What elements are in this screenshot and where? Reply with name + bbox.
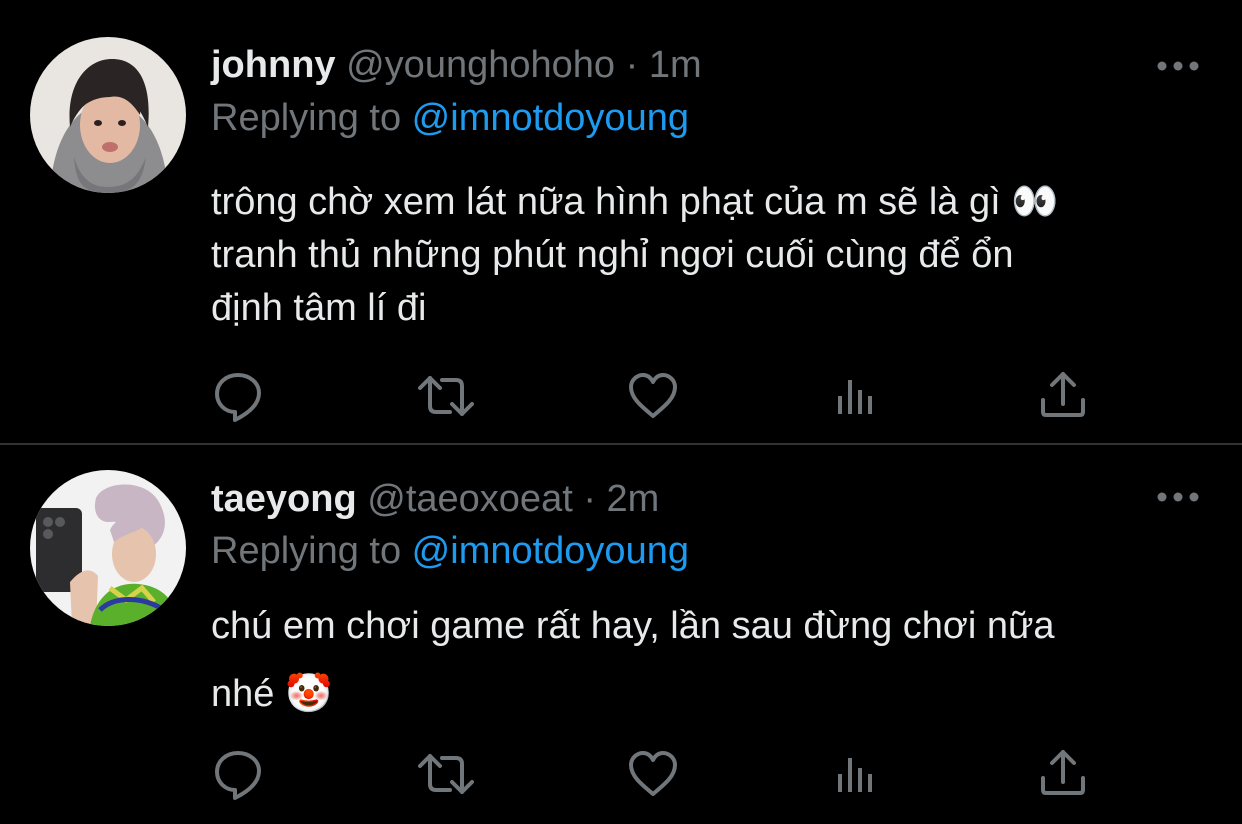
timestamp[interactable]: 2m <box>607 478 660 520</box>
tweet[interactable]: taeyong @taeoxoeat · 2m Replying to @imn… <box>0 446 1242 824</box>
user-handle[interactable]: @taeoxoeat <box>367 478 573 520</box>
heart-icon[interactable] <box>623 366 683 426</box>
analytics-icon[interactable] <box>832 366 892 426</box>
replying-to-mention[interactable]: @imnotdoyoung <box>412 530 689 572</box>
retweet-icon[interactable] <box>416 366 476 426</box>
replying-to-mention[interactable]: @imnotdoyoung <box>412 97 689 139</box>
tweet-actions <box>0 366 1242 426</box>
replying-to-label: Replying to <box>211 530 412 572</box>
user-handle[interactable]: @younghohoho <box>346 44 615 86</box>
more-options-icon[interactable] <box>1156 487 1200 507</box>
tweet-text: chú em chơi game rất hay, lần sau đừng c… <box>211 605 1055 715</box>
avatar[interactable] <box>30 470 186 626</box>
retweet-icon[interactable] <box>416 744 476 804</box>
tweet-text: trông chờ xem lát nữa hình phạt của m sẽ… <box>211 181 1059 329</box>
timestamp[interactable]: 1m <box>649 44 702 86</box>
replying-to-line: Replying to @imnotdoyoung <box>211 529 689 573</box>
reply-icon[interactable] <box>208 366 268 426</box>
reply-icon[interactable] <box>208 744 268 804</box>
replying-to-line: Replying to @imnotdoyoung <box>211 96 689 140</box>
replying-to-label: Replying to <box>211 97 412 139</box>
analytics-icon[interactable] <box>832 744 892 804</box>
tweet-divider <box>0 443 1242 445</box>
share-icon[interactable] <box>1033 744 1093 804</box>
more-options-icon[interactable] <box>1156 56 1200 76</box>
tweet-header: taeyong @taeoxoeat · 2m <box>211 477 659 521</box>
share-icon[interactable] <box>1033 366 1093 426</box>
display-name[interactable]: johnny <box>211 44 336 86</box>
separator-dot: · <box>583 478 596 520</box>
tweet-actions <box>0 744 1242 804</box>
heart-icon[interactable] <box>623 744 683 804</box>
tweet[interactable]: johnny @younghohoho · 1m Replying to @im… <box>0 0 1242 444</box>
separator-dot: · <box>625 44 639 86</box>
tweet-header: johnny @younghohoho · 1m <box>211 43 702 87</box>
avatar[interactable] <box>30 37 186 193</box>
display-name[interactable]: taeyong <box>211 478 357 520</box>
